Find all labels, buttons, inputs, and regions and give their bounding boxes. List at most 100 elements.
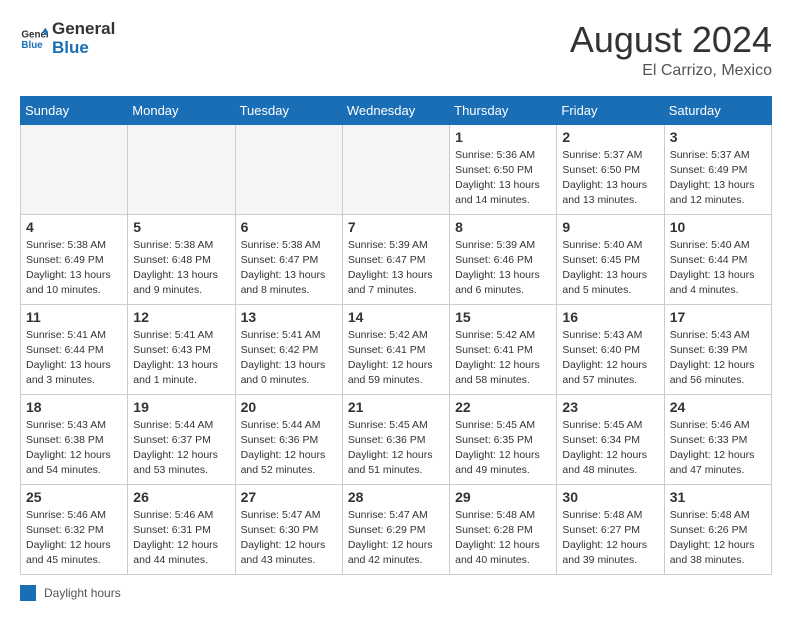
day-info: Sunrise: 5:36 AM Sunset: 6:50 PM Dayligh… <box>455 148 551 209</box>
day-info: Sunrise: 5:45 AM Sunset: 6:36 PM Dayligh… <box>348 418 444 479</box>
day-info: Sunrise: 5:39 AM Sunset: 6:46 PM Dayligh… <box>455 238 551 299</box>
calendar-cell: 1 Sunrise: 5:36 AM Sunset: 6:50 PM Daylig… <box>450 124 557 214</box>
title-block: August 2024 El Carrizo, Mexico <box>570 20 772 80</box>
calendar-cell <box>235 124 342 214</box>
day-number: 14 <box>348 309 444 325</box>
svg-text:Blue: Blue <box>21 40 43 51</box>
day-number: 9 <box>562 219 658 235</box>
day-info: Sunrise: 5:42 AM Sunset: 6:41 PM Dayligh… <box>348 328 444 389</box>
calendar-week-row: 18 Sunrise: 5:43 AM Sunset: 6:38 PM Dayli… <box>21 394 772 484</box>
calendar-cell: 29 Sunrise: 5:48 AM Sunset: 6:28 PM Dayli… <box>450 484 557 574</box>
calendar-header-sunday: Sunday <box>21 96 128 124</box>
day-number: 3 <box>670 129 766 145</box>
day-number: 2 <box>562 129 658 145</box>
day-number: 24 <box>670 399 766 415</box>
day-info: Sunrise: 5:44 AM Sunset: 6:37 PM Dayligh… <box>133 418 229 479</box>
day-number: 6 <box>241 219 337 235</box>
day-info: Sunrise: 5:47 AM Sunset: 6:29 PM Dayligh… <box>348 508 444 569</box>
day-number: 23 <box>562 399 658 415</box>
logo-general: General <box>52 20 115 39</box>
calendar-header-monday: Monday <box>128 96 235 124</box>
day-info: Sunrise: 5:45 AM Sunset: 6:34 PM Dayligh… <box>562 418 658 479</box>
calendar-cell <box>128 124 235 214</box>
day-info: Sunrise: 5:39 AM Sunset: 6:47 PM Dayligh… <box>348 238 444 299</box>
calendar-cell: 26Sunrise: 5:46 AM Sunset: 6:31 PM Dayli… <box>128 484 235 574</box>
page-header: General Blue General Blue August 2024 El… <box>20 20 772 80</box>
calendar-table: SundayMondayTuesdayWednesdayThursdayFrid… <box>20 96 772 575</box>
day-info: Sunrise: 5:38 AM Sunset: 6:49 PM Dayligh… <box>26 238 122 299</box>
day-number: 12 <box>133 309 229 325</box>
day-number: 29 <box>455 489 551 505</box>
calendar-cell <box>342 124 449 214</box>
day-number: 25 <box>26 489 122 505</box>
day-number: 10 <box>670 219 766 235</box>
month-year-title: August 2024 <box>570 20 772 60</box>
calendar-cell: 15 Sunrise: 5:42 AM Sunset: 6:41 PM Dayli… <box>450 304 557 394</box>
calendar-cell: 22 Sunrise: 5:45 AM Sunset: 6:35 PM Dayli… <box>450 394 557 484</box>
calendar-cell <box>21 124 128 214</box>
day-info: Sunrise: 5:42 AM Sunset: 6:41 PM Dayligh… <box>455 328 551 389</box>
day-number: 17 <box>670 309 766 325</box>
day-info: Sunrise: 5:46 AM Sunset: 6:33 PM Dayligh… <box>670 418 766 479</box>
calendar-cell: 18 Sunrise: 5:43 AM Sunset: 6:38 PM Dayli… <box>21 394 128 484</box>
day-number: 21 <box>348 399 444 415</box>
day-info: Sunrise: 5:44 AM Sunset: 6:36 PM Dayligh… <box>241 418 337 479</box>
calendar-cell: 17Sunrise: 5:43 AM Sunset: 6:39 PM Dayli… <box>664 304 771 394</box>
location-subtitle: El Carrizo, Mexico <box>570 62 772 80</box>
calendar-header-row: SundayMondayTuesdayWednesdayThursdayFrid… <box>21 96 772 124</box>
day-info: Sunrise: 5:43 AM Sunset: 6:40 PM Dayligh… <box>562 328 658 389</box>
day-number: 19 <box>133 399 229 415</box>
day-info: Sunrise: 5:38 AM Sunset: 6:47 PM Dayligh… <box>241 238 337 299</box>
calendar-cell: 14 Sunrise: 5:42 AM Sunset: 6:41 PM Dayli… <box>342 304 449 394</box>
calendar-cell: 2 Sunrise: 5:37 AM Sunset: 6:50 PM Daylig… <box>557 124 664 214</box>
calendar-cell: 16Sunrise: 5:43 AM Sunset: 6:40 PM Dayli… <box>557 304 664 394</box>
legend-label: Daylight hours <box>44 586 121 600</box>
day-info: Sunrise: 5:46 AM Sunset: 6:31 PM Dayligh… <box>133 508 229 569</box>
day-number: 7 <box>348 219 444 235</box>
day-info: Sunrise: 5:40 AM Sunset: 6:45 PM Dayligh… <box>562 238 658 299</box>
calendar-header-friday: Friday <box>557 96 664 124</box>
calendar-header-saturday: Saturday <box>664 96 771 124</box>
calendar-cell: 27Sunrise: 5:47 AM Sunset: 6:30 PM Dayli… <box>235 484 342 574</box>
calendar-cell: 30 Sunrise: 5:48 AM Sunset: 6:27 PM Dayli… <box>557 484 664 574</box>
day-info: Sunrise: 5:40 AM Sunset: 6:44 PM Dayligh… <box>670 238 766 299</box>
calendar-cell: 5 Sunrise: 5:38 AM Sunset: 6:48 PM Daylig… <box>128 214 235 304</box>
day-number: 1 <box>455 129 551 145</box>
calendar-cell: 20 Sunrise: 5:44 AM Sunset: 6:36 PM Dayli… <box>235 394 342 484</box>
day-info: Sunrise: 5:45 AM Sunset: 6:35 PM Dayligh… <box>455 418 551 479</box>
day-info: Sunrise: 5:48 AM Sunset: 6:28 PM Dayligh… <box>455 508 551 569</box>
calendar-week-row: 1 Sunrise: 5:36 AM Sunset: 6:50 PM Daylig… <box>21 124 772 214</box>
day-info: Sunrise: 5:48 AM Sunset: 6:27 PM Dayligh… <box>562 508 658 569</box>
day-number: 15 <box>455 309 551 325</box>
calendar-cell: 10 Sunrise: 5:40 AM Sunset: 6:44 PM Dayli… <box>664 214 771 304</box>
calendar-week-row: 11 Sunrise: 5:41 AM Sunset: 6:44 PM Dayli… <box>21 304 772 394</box>
day-info: Sunrise: 5:41 AM Sunset: 6:43 PM Dayligh… <box>133 328 229 389</box>
day-info: Sunrise: 5:41 AM Sunset: 6:44 PM Dayligh… <box>26 328 122 389</box>
calendar-header-thursday: Thursday <box>450 96 557 124</box>
calendar-cell: 19 Sunrise: 5:44 AM Sunset: 6:37 PM Dayli… <box>128 394 235 484</box>
day-number: 11 <box>26 309 122 325</box>
calendar-header-tuesday: Tuesday <box>235 96 342 124</box>
calendar-cell: 31Sunrise: 5:48 AM Sunset: 6:26 PM Dayli… <box>664 484 771 574</box>
calendar-cell: 28Sunrise: 5:47 AM Sunset: 6:29 PM Dayli… <box>342 484 449 574</box>
day-number: 20 <box>241 399 337 415</box>
day-number: 18 <box>26 399 122 415</box>
day-info: Sunrise: 5:41 AM Sunset: 6:42 PM Dayligh… <box>241 328 337 389</box>
legend: Daylight hours <box>20 585 772 601</box>
day-number: 5 <box>133 219 229 235</box>
day-number: 30 <box>562 489 658 505</box>
day-number: 4 <box>26 219 122 235</box>
logo-blue: Blue <box>52 39 115 58</box>
day-number: 13 <box>241 309 337 325</box>
day-info: Sunrise: 5:46 AM Sunset: 6:32 PM Dayligh… <box>26 508 122 569</box>
day-info: Sunrise: 5:43 AM Sunset: 6:38 PM Dayligh… <box>26 418 122 479</box>
day-info: Sunrise: 5:38 AM Sunset: 6:48 PM Dayligh… <box>133 238 229 299</box>
logo: General Blue General Blue <box>20 20 115 57</box>
calendar-week-row: 25 Sunrise: 5:46 AM Sunset: 6:32 PM Dayli… <box>21 484 772 574</box>
day-info: Sunrise: 5:37 AM Sunset: 6:50 PM Dayligh… <box>562 148 658 209</box>
calendar-cell: 24 Sunrise: 5:46 AM Sunset: 6:33 PM Dayli… <box>664 394 771 484</box>
logo-icon: General Blue <box>20 25 48 53</box>
calendar-cell: 6 Sunrise: 5:38 AM Sunset: 6:47 PM Daylig… <box>235 214 342 304</box>
day-number: 22 <box>455 399 551 415</box>
day-number: 8 <box>455 219 551 235</box>
